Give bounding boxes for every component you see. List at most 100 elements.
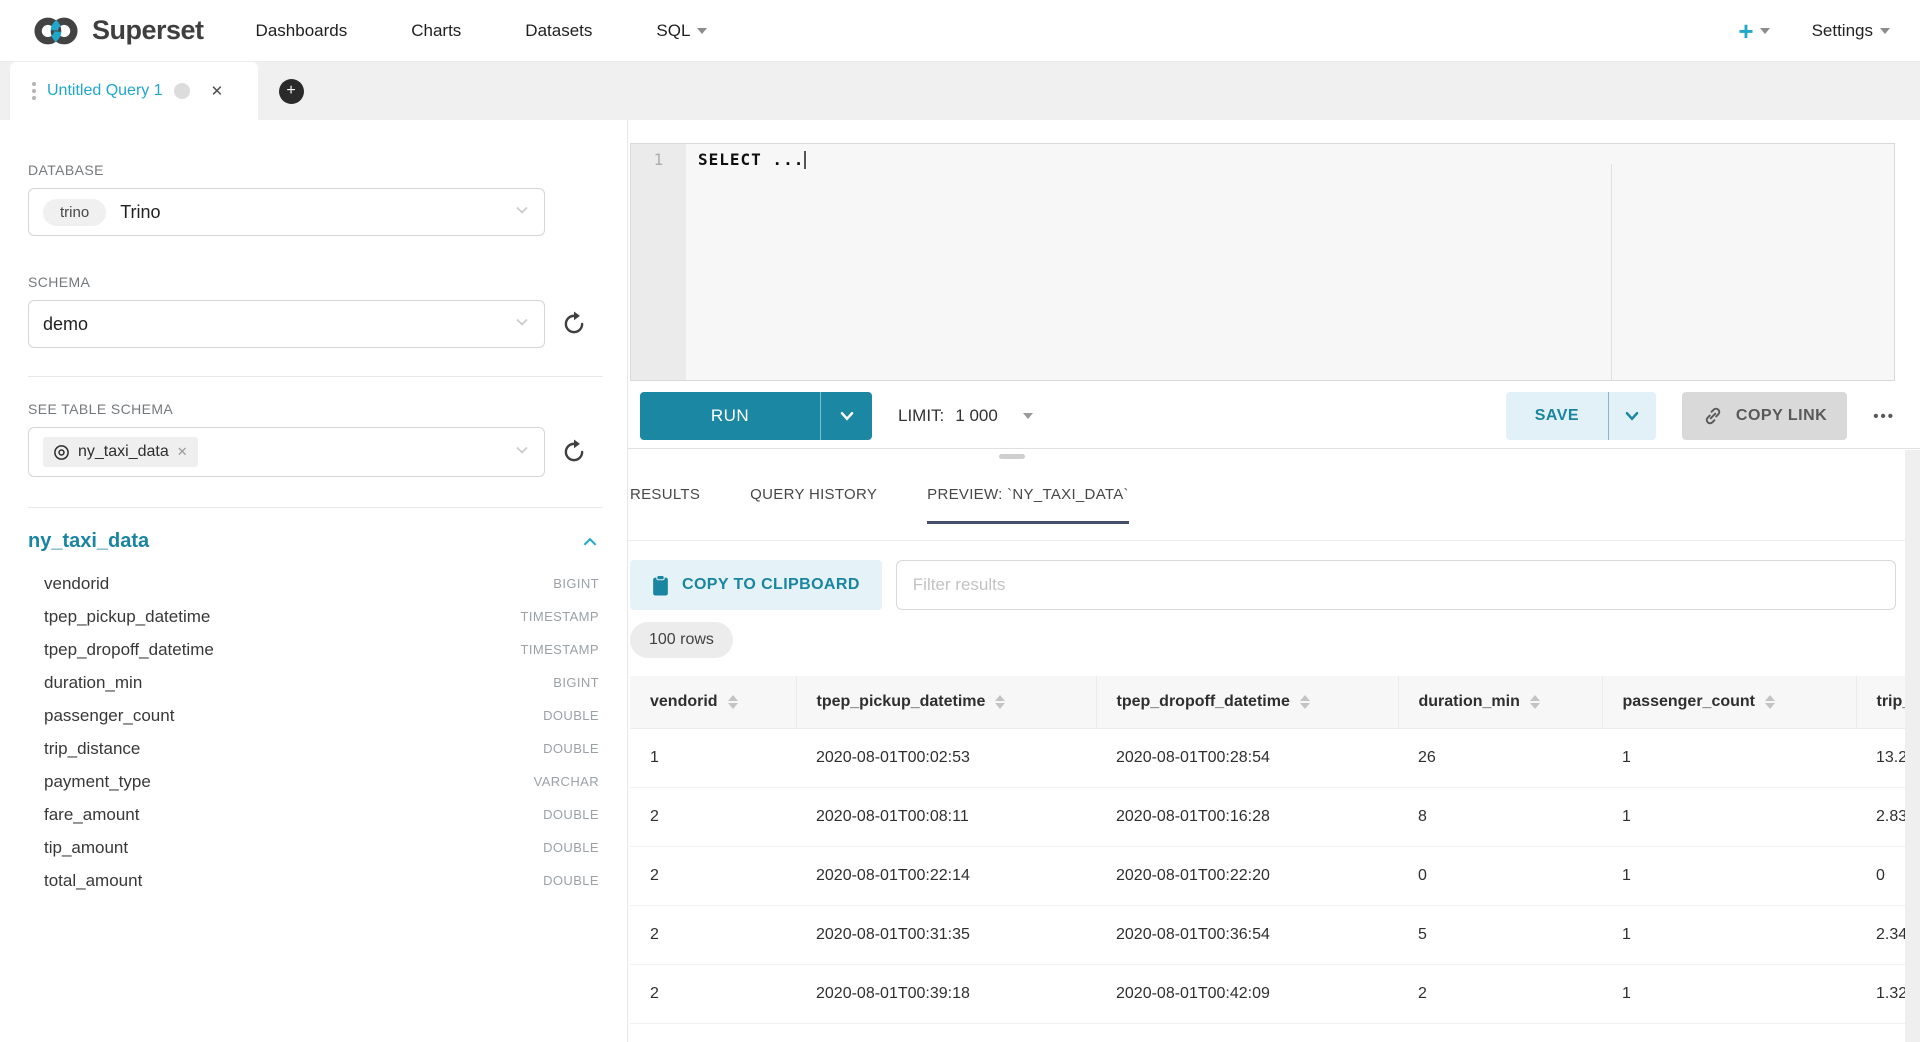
superset-logo[interactable]: Superset [30, 14, 204, 48]
sql-editor[interactable]: 1 SELECT ... [630, 143, 1895, 381]
nav-item-dashboards[interactable]: Dashboards [256, 21, 348, 41]
schema-column-row[interactable]: payment_typeVARCHAR [28, 765, 603, 798]
limit-dropdown[interactable]: LIMIT: 1 000 [898, 406, 1033, 426]
infinity-logo-icon [30, 14, 82, 48]
sort-icon[interactable] [995, 695, 1005, 709]
pane-divider [628, 448, 1920, 449]
results-table: vendorid tpep_pickup_datetime tpep_dropoff… [630, 676, 1905, 1024]
plus-icon: + [1738, 18, 1753, 44]
close-tab-icon[interactable]: ✕ [211, 82, 224, 100]
table-cell: 2020-08-01T00:22:14 [796, 846, 1096, 905]
schema-column-row[interactable]: vendoridBIGINT [28, 567, 603, 600]
database-label: DATABASE [28, 162, 603, 178]
schema-columns-list: vendoridBIGINTtpep_pickup_datetimeTIMEST… [28, 567, 603, 897]
column-header-trip_distance[interactable]: trip_distance [1856, 676, 1905, 728]
nav-item-datasets[interactable]: Datasets [525, 21, 592, 41]
schema-column-row[interactable]: tpep_pickup_datetimeTIMESTAMP [28, 600, 603, 633]
column-header-tpep_dropoff_datetime[interactable]: tpep_dropoff_datetime [1096, 676, 1398, 728]
column-type: VARCHAR [534, 774, 599, 789]
save-button-group: SAVE [1506, 392, 1656, 440]
column-name: tpep_pickup_datetime [44, 607, 210, 627]
table-cell: 2 [1398, 964, 1602, 1023]
copy-link-button[interactable]: COPY LINK [1682, 392, 1847, 440]
table-cell: 1 [1602, 905, 1856, 964]
schema-value: demo [43, 314, 88, 335]
drag-handle-icon[interactable] [32, 82, 36, 100]
table-cell: 1 [1602, 728, 1856, 787]
column-type: DOUBLE [543, 873, 599, 888]
column-header-passenger_count[interactable]: passenger_count [1602, 676, 1856, 728]
refresh-schemas-icon[interactable] [561, 311, 587, 337]
schema-column-row[interactable]: passenger_count DOUBLE [28, 699, 603, 732]
editor-code-area[interactable]: SELECT ... [686, 144, 1894, 380]
column-header-tpep_pickup_datetime[interactable]: tpep_pickup_datetime [796, 676, 1096, 728]
filter-results-input[interactable] [896, 560, 1896, 610]
collapse-chevron-up-icon[interactable] [581, 533, 599, 551]
resize-grip[interactable] [999, 454, 1025, 459]
results-table-wrap: vendorid tpep_pickup_datetime tpep_dropoff… [630, 676, 1905, 1024]
database-backend-pill: trino [43, 199, 106, 226]
table-chip-label: ny_taxi_data [78, 443, 169, 461]
plus-circle-icon: + [279, 79, 304, 104]
schema-column-row[interactable]: trip_distanceDOUBLE [28, 732, 603, 765]
nav-item-label: Datasets [525, 21, 592, 41]
column-name: passenger_count [44, 706, 174, 726]
column-type: DOUBLE [543, 807, 599, 822]
table-cell: 2 [630, 905, 796, 964]
limit-value: 1 000 [955, 406, 998, 426]
see-table-schema-label: SEE TABLE SCHEMA [28, 401, 603, 417]
table-row: 22020-08-01T00:39:182020-08-01T00:42:092… [630, 964, 1905, 1023]
header-label: tpep_pickup_datetime [817, 693, 986, 711]
schema-column-row[interactable]: tpep_dropoff_datetimeTIMESTAMP [28, 633, 603, 666]
column-type: DOUBLE [543, 741, 599, 756]
nav-item-label: Dashboards [256, 21, 348, 41]
save-options-button[interactable] [1608, 392, 1656, 440]
table-cell: 1 [1602, 964, 1856, 1023]
sort-icon[interactable] [728, 695, 738, 709]
table-cell: 2.83 [1856, 787, 1905, 846]
more-actions-icon[interactable]: ••• [1873, 408, 1895, 425]
tab-query-history[interactable]: QUERY HISTORY [750, 486, 877, 524]
schema-column-row[interactable]: tip_amountDOUBLE [28, 831, 603, 864]
clipboard-icon [652, 575, 669, 596]
add-query-tab-button[interactable]: + [258, 62, 324, 120]
schema-column-row[interactable]: fare_amountDOUBLE [28, 798, 603, 831]
remove-table-icon[interactable]: ✕ [177, 444, 188, 460]
tab-preview-ny-taxi-data[interactable]: PREVIEW: `NY_TAXI_DATA` [927, 486, 1129, 524]
chevron-down-icon [697, 28, 707, 34]
header-label: duration_min [1419, 693, 1520, 711]
settings-menu[interactable]: Settings [1812, 21, 1890, 41]
link-icon [1702, 405, 1724, 427]
query-tab-untitled[interactable]: Untitled Query 1 ✕ [10, 62, 258, 120]
editor-line-number: 1 [631, 144, 686, 380]
sort-icon[interactable] [1765, 695, 1775, 709]
copy-to-clipboard-button[interactable]: COPY TO CLIPBOARD [630, 560, 882, 610]
sort-icon[interactable] [1530, 695, 1540, 709]
schema-column-row[interactable]: duration_minBIGINT [28, 666, 603, 699]
sort-icon[interactable] [1300, 695, 1310, 709]
table-schema-select[interactable]: ny_taxi_data ✕ [28, 427, 545, 477]
save-button[interactable]: SAVE [1506, 392, 1608, 440]
column-header-vendorid[interactable]: vendorid [630, 676, 796, 728]
nav-item-sql[interactable]: SQL [656, 21, 707, 41]
refresh-tables-icon[interactable] [561, 439, 587, 465]
brand-name: Superset [92, 15, 204, 46]
chevron-down-icon [514, 442, 530, 463]
tab-results[interactable]: RESULTS [630, 486, 700, 524]
schema-column-row[interactable]: total_amountDOUBLE [28, 864, 603, 897]
database-select[interactable]: trino Trino [28, 188, 545, 236]
results-table-body: 12020-08-01T00:02:532020-08-01T00:28:542… [630, 728, 1905, 1023]
schema-select[interactable]: demo [28, 300, 545, 348]
table-chip[interactable]: ny_taxi_data ✕ [43, 437, 198, 467]
chevron-down-icon [514, 314, 530, 335]
vertical-scrollbar[interactable] [1905, 450, 1920, 1042]
expanded-table-name[interactable]: ny_taxi_data [28, 530, 149, 553]
column-type: DOUBLE [543, 708, 599, 723]
nav-item-charts[interactable]: Charts [411, 21, 461, 41]
new-item-button[interactable]: + [1738, 18, 1769, 44]
column-header-duration_min[interactable]: duration_min [1398, 676, 1602, 728]
table-cell: 0 [1856, 846, 1905, 905]
table-cell: 2020-08-01T00:02:53 [796, 728, 1096, 787]
run-options-button[interactable] [820, 392, 872, 440]
run-button[interactable]: RUN [640, 392, 820, 440]
